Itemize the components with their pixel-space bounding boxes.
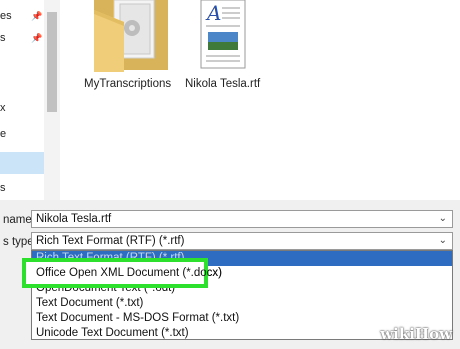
nav-item-selected[interactable]	[0, 152, 44, 174]
highlighted-option-callout[interactable]: Office Open XML Document (*.docx)	[22, 258, 222, 288]
nav-item-label: es	[0, 10, 12, 22]
pin-icon: 📌	[31, 33, 43, 43]
save-type-select[interactable]: Rich Text Format (RTF) (*.rtf) ⌄	[31, 232, 453, 250]
nav-item[interactable]: es	[0, 10, 12, 22]
chevron-down-icon[interactable]: ⌄	[439, 211, 447, 227]
pin-icon: 📌	[31, 11, 43, 21]
rtf-document-icon: A	[200, 0, 246, 69]
file-list: MyTranscriptions A Nikola Tesla.rtf	[60, 0, 460, 200]
nav-item-label: s	[0, 32, 6, 44]
nav-item[interactable]: s	[0, 32, 6, 44]
nav-item[interactable]: s	[0, 182, 6, 194]
save-type-value: Rich Text Format (RTF) (*.rtf)	[36, 235, 185, 247]
navigation-pane: es 📌 s 📌 x e s	[0, 0, 45, 200]
file-type-option[interactable]: Text Document - MS-DOS Format (*.txt)	[32, 311, 452, 326]
watermark-logo: wikiHow	[380, 325, 452, 343]
scrollbar-thumb[interactable]	[47, 12, 57, 112]
nav-item-label: x	[0, 102, 6, 114]
nav-item-label: s	[0, 182, 6, 194]
callout-label: Office Open XML Document (*.docx)	[36, 267, 222, 279]
file-type-option[interactable]: Text Document (*.txt)	[32, 296, 452, 311]
folder-icon	[94, 0, 168, 72]
file-name-label: MyTranscriptions	[84, 78, 172, 90]
file-name-input[interactable]: Nikola Tesla.rtf ⌄	[31, 210, 453, 228]
nav-item[interactable]: x	[0, 102, 6, 114]
chevron-down-icon[interactable]: ⌄	[439, 233, 447, 249]
file-name-value: Nikola Tesla.rtf	[36, 213, 112, 225]
nav-item-label: e	[0, 128, 7, 140]
nav-item[interactable]: e	[0, 128, 6, 140]
svg-text:A: A	[205, 1, 221, 25]
file-name-label: Nikola Tesla.rtf	[185, 78, 261, 90]
sidebar-scrollbar[interactable]	[44, 0, 60, 200]
